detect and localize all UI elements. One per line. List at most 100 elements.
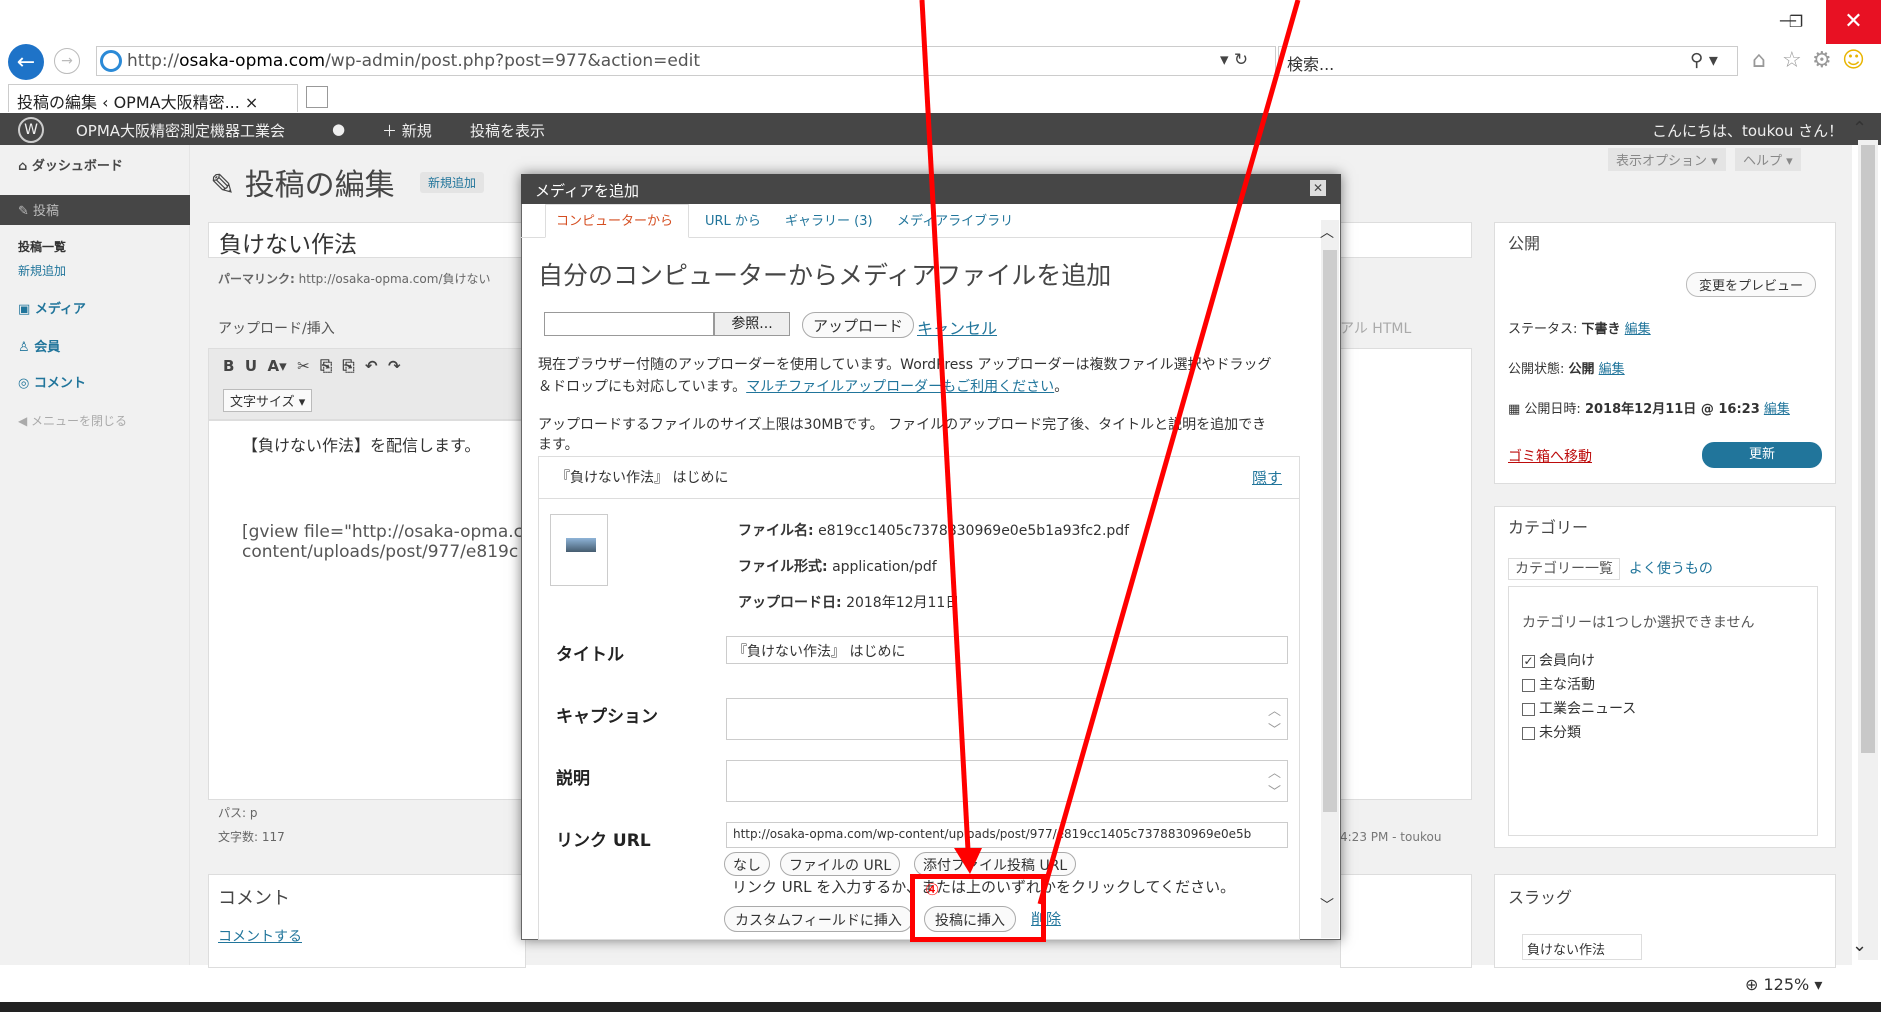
file-name-value: e819cc1405c7378830969e0e5b1a93fc2.pdf	[818, 523, 1130, 539]
upload-date-label: アップロード日:	[738, 595, 842, 611]
sidebar-item-members[interactable]: ♙ 会員	[18, 336, 60, 355]
description-input[interactable]	[726, 760, 1288, 802]
multi-uploader-link[interactable]: マルチファイルアップローダーもご利用ください	[746, 379, 1054, 395]
preview-button[interactable]: 変更をプレビュー	[1686, 272, 1817, 297]
tab-popular-categories[interactable]: よく使うもの	[1629, 561, 1713, 577]
file-type-label: ファイル形式:	[738, 559, 828, 575]
screen-options-button[interactable]: 表示オプション ▾	[1608, 148, 1726, 171]
browse-button[interactable]: 参照...	[714, 312, 790, 336]
file-type-value: application/pdf	[832, 559, 937, 575]
tab-from-computer[interactable]: コンピューターから	[556, 210, 673, 229]
add-comment-link[interactable]: コメントする	[218, 926, 302, 946]
font-size-label: 文字サイズ	[230, 395, 295, 410]
date-line: ▦ 公開日時: 2018年12月11日 @ 16:23 編集	[1508, 398, 1790, 417]
publish-title: 公開	[1508, 234, 1541, 253]
sidebar-collapse[interactable]: ◀ メニューを閉じる	[18, 412, 127, 429]
link-attachment-url-button[interactable]: 添付ファイル投稿 URL	[914, 852, 1077, 876]
greeting[interactable]: こんにちは、toukou さん！	[1652, 120, 1843, 141]
edit-date-link[interactable]: 編集	[1764, 402, 1790, 417]
favorites-icon[interactable]: ☆	[1782, 48, 1802, 73]
url-prefix: http://	[127, 51, 180, 71]
refresh-button[interactable]: ▾ ↻	[1220, 50, 1248, 70]
link-none-button[interactable]: なし	[724, 852, 770, 876]
close-icon[interactable]: ✕	[1310, 180, 1326, 196]
search-input[interactable]: 検索...	[1278, 46, 1738, 76]
sidebar-item-comments[interactable]: ◎ コメント	[18, 372, 86, 391]
sidebar-item-dashboard[interactable]: ⌂ ダッシュボード	[18, 155, 123, 174]
category-checkbox[interactable]: 未分類	[1522, 722, 1581, 742]
font-size-select[interactable]: 文字サイズ ▾	[223, 389, 313, 412]
checkbox-icon	[1522, 726, 1535, 740]
permalink-url[interactable]: http://osaka-opma.com/負けない	[299, 272, 491, 286]
upload-button[interactable]: アップロード	[802, 312, 915, 338]
trash-link[interactable]: ゴミ箱へ移動	[1508, 446, 1592, 466]
insert-custom-field-button[interactable]: カスタムフィールドに挿入	[724, 906, 913, 932]
description-spinner-icon[interactable]: ︿ ﹀	[1268, 762, 1281, 800]
close-window-button[interactable]: ✕	[1826, 0, 1881, 44]
sidebar-item-post-list[interactable]: 投稿一覧	[18, 238, 66, 255]
slug-input[interactable]: 負けない作法	[1522, 934, 1642, 960]
upload-insert-label: アップロード/挿入	[218, 321, 335, 337]
tab-media-library[interactable]: メディアライブラリ	[897, 210, 1013, 229]
html-tab[interactable]: アル HTML	[1340, 318, 1454, 348]
file-input[interactable]	[544, 312, 714, 336]
scroll-down-icon[interactable]: ⌄	[1852, 935, 1867, 956]
scroll-up-icon[interactable]: ⌃	[1852, 118, 1867, 139]
page-title-text: 投稿の編集	[244, 168, 395, 203]
comment-icon[interactable]: ●	[332, 120, 345, 138]
dialog-scroll-thumb[interactable]	[1323, 250, 1337, 812]
tab-from-url[interactable]: URL から	[705, 210, 761, 229]
site-name-link[interactable]: OPMA大阪精密測定機器工業会	[76, 120, 285, 141]
post-title-input[interactable]: 負けない作法	[208, 222, 526, 258]
back-button[interactable]: ←	[8, 44, 44, 80]
browser-tab[interactable]: 投稿の編集 ‹ OPMA大阪精密... ×	[8, 84, 298, 112]
forward-button[interactable]: →	[54, 48, 80, 74]
checkbox-icon	[1522, 702, 1535, 716]
new-content-link[interactable]: ＋ 新規	[382, 120, 432, 141]
edit-visibility-link[interactable]: 編集	[1599, 362, 1625, 377]
tab-gallery[interactable]: ギャラリー (3)	[785, 210, 873, 229]
page-title: ✎ 投稿の編集	[210, 168, 395, 203]
title-input[interactable]: 『負けない作法』 はじめに	[726, 636, 1288, 664]
format-buttons[interactable]: B U A▾ ✂ ⎘ ⎘ ↶ ↷	[223, 357, 401, 375]
editor-body[interactable]	[208, 420, 526, 800]
smiley-icon[interactable]: ☺	[1842, 48, 1865, 73]
search-icon[interactable]: ⚲ ▾	[1690, 50, 1718, 71]
add-new-button[interactable]: 新規追加	[420, 172, 485, 193]
zoom-value: 125%	[1763, 975, 1810, 994]
sidebar-item-posts[interactable]: ✎ 投稿	[0, 195, 190, 225]
category-checkbox[interactable]: 主な活動	[1522, 674, 1595, 694]
page-scroll-thumb[interactable]	[1861, 145, 1875, 753]
link-file-url-button[interactable]: ファイルの URL	[780, 852, 901, 876]
zoom-control[interactable]: ⊕ 125% ▾	[1745, 975, 1822, 994]
word-count: 文字数: 117	[218, 830, 285, 844]
editor-line: 【負けない作法】を配信します。	[242, 436, 481, 455]
media-item-title: 『負けない作法』 はじめに	[556, 470, 729, 486]
home-icon[interactable]: ⌂	[1752, 48, 1766, 73]
view-post-link[interactable]: 投稿を表示	[470, 120, 545, 141]
caption-input[interactable]	[726, 698, 1288, 740]
restore-button[interactable]: ❐	[1776, 12, 1816, 42]
edit-status-link[interactable]: 編集	[1625, 322, 1651, 337]
chevron-down-icon[interactable]: ﹀	[1320, 895, 1334, 915]
sidebar-item-new-post[interactable]: 新規追加	[18, 262, 66, 279]
chevron-up-icon[interactable]: ︿	[1320, 222, 1334, 242]
category-checkbox[interactable]: ✓ 会員向け	[1522, 650, 1595, 670]
editor-body-edge	[1340, 348, 1472, 800]
hide-link[interactable]: 隠す	[1252, 467, 1282, 488]
cancel-link[interactable]: キャンセル	[917, 315, 997, 339]
address-bar[interactable]: http://osaka-opma.com/wp-admin/post.php?…	[96, 46, 1276, 76]
uploader-note: ＆ドロップにも対応しています。マルチファイルアップローダーもご利用ください。	[538, 379, 1069, 395]
wordpress-logo-icon[interactable]: W	[18, 117, 44, 143]
link-url-input[interactable]: http://osaka-opma.com/wp-content/uploads…	[726, 822, 1288, 848]
category-checkbox[interactable]: 工業会ニュース	[1522, 698, 1636, 718]
gear-icon[interactable]: ⚙	[1812, 48, 1832, 73]
caption-label: キャプション	[556, 707, 658, 727]
help-button[interactable]: ヘルプ ▾	[1735, 148, 1801, 171]
new-tab-button[interactable]	[306, 86, 328, 108]
tab-all-categories[interactable]: カテゴリー一覧	[1508, 558, 1620, 580]
caption-spinner-icon[interactable]: ︿ ﹀	[1268, 700, 1281, 738]
sidebar-item-media[interactable]: ▣ メディア	[18, 298, 86, 317]
sidebar-label: ダッシュボード	[31, 159, 123, 174]
update-button[interactable]: 更新	[1702, 442, 1822, 468]
